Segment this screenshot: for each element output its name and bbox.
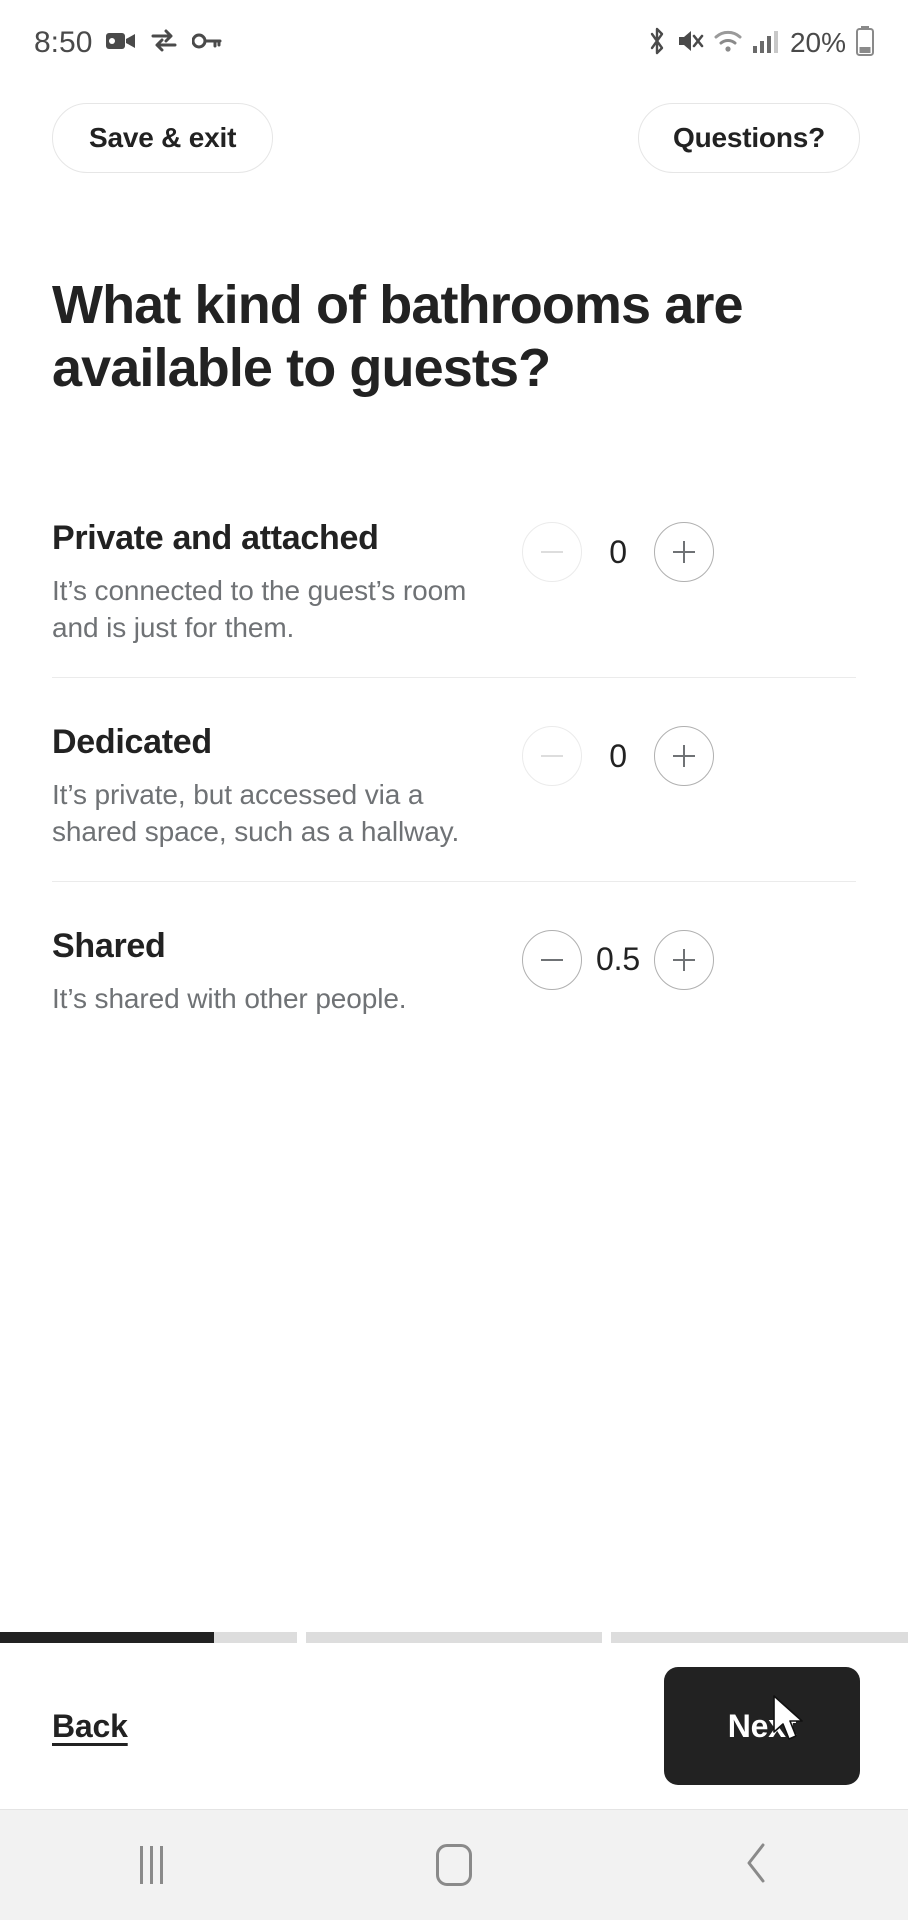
- recents-icon: [139, 1846, 163, 1884]
- stepper-value: 0: [609, 737, 627, 774]
- option-text-block: Shared It’s shared with other people.: [52, 926, 522, 1018]
- stepper-dedicated: 0: [522, 726, 714, 787]
- decrement-button[interactable]: [522, 522, 582, 583]
- status-bar-right: 20%: [647, 25, 874, 61]
- bluetooth-icon: [647, 27, 667, 60]
- questions-button[interactable]: Questions?: [637, 103, 860, 173]
- back-chevron-icon: [743, 1841, 771, 1890]
- back-button[interactable]: Back: [52, 1708, 128, 1745]
- option-title: Private and attached: [52, 519, 379, 558]
- stepper-private-and-attached: 0: [522, 522, 714, 583]
- progress-bar: [0, 1632, 908, 1643]
- plus-icon-vertical: [683, 541, 685, 564]
- bathroom-options-list: Private and attached It’s connected to t…: [52, 492, 856, 1047]
- status-bar-left: 8:50: [34, 26, 222, 60]
- option-row-shared: Shared It’s shared with other people. 0.…: [52, 880, 856, 1048]
- stepper-value: 0: [609, 533, 627, 570]
- plus-icon-vertical: [683, 745, 685, 768]
- option-description: It’s connected to the guest’s room and i…: [52, 575, 467, 644]
- progress-segment-3: [611, 1632, 908, 1643]
- option-text-block: Dedicated It’s private, but accessed via…: [52, 722, 522, 851]
- footer-bar: Back Next: [0, 1643, 908, 1809]
- status-bar: 8:50 20%: [0, 0, 908, 86]
- home-icon: [435, 1844, 472, 1886]
- decrement-button[interactable]: [522, 726, 582, 787]
- status-bar-clock: 8:50: [34, 26, 93, 59]
- key-icon: [191, 32, 222, 55]
- option-text-block: Private and attached It’s connected to t…: [52, 518, 522, 647]
- progress-segment-1-fill: [0, 1632, 214, 1643]
- minus-icon: [541, 958, 563, 961]
- increment-button[interactable]: [654, 929, 714, 990]
- top-bar: Save & exit Questions?: [0, 86, 908, 190]
- option-title: Shared: [52, 926, 166, 965]
- system-navigation-bar: [0, 1809, 908, 1920]
- minus-icon: [541, 755, 563, 758]
- increment-button[interactable]: [654, 522, 714, 583]
- progress-segment-1: [0, 1632, 297, 1643]
- cellular-signal-icon: [752, 28, 778, 59]
- option-row-private-and-attached: Private and attached It’s connected to t…: [52, 492, 856, 677]
- next-button-label: Next: [727, 1707, 797, 1744]
- save-and-exit-button[interactable]: Save & exit: [52, 103, 274, 173]
- minus-icon: [541, 551, 563, 554]
- stepper-value: 0.5: [596, 941, 640, 978]
- main-content: What kind of bathrooms are available to …: [0, 190, 908, 1632]
- plus-icon-vertical: [683, 948, 685, 971]
- battery-percent-label: 20%: [789, 27, 846, 58]
- video-camera-icon: [106, 30, 136, 57]
- option-description: It’s shared with other people.: [52, 982, 407, 1014]
- mute-icon: [676, 27, 704, 60]
- option-description: It’s private, but accessed via a shared …: [52, 778, 460, 847]
- battery-icon: [856, 25, 874, 61]
- back-button[interactable]: [687, 1810, 827, 1920]
- option-row-dedicated: Dedicated It’s private, but accessed via…: [52, 677, 856, 881]
- phone-screen: 8:50 20% Save & exit Questions? What kin…: [0, 0, 908, 1920]
- page-title: What kind of bathrooms are available to …: [52, 275, 744, 399]
- recents-button[interactable]: [81, 1810, 221, 1920]
- option-title: Dedicated: [52, 723, 212, 762]
- decrement-button[interactable]: [522, 929, 582, 990]
- data-transfer-icon: [150, 29, 178, 58]
- increment-button[interactable]: [654, 726, 714, 787]
- wifi-icon: [713, 28, 743, 59]
- progress-segment-2: [305, 1632, 603, 1643]
- stepper-shared: 0.5: [522, 929, 714, 990]
- home-button[interactable]: [384, 1810, 524, 1920]
- next-button[interactable]: Next: [664, 1667, 860, 1785]
- bottom-section: Back Next: [0, 1632, 908, 1809]
